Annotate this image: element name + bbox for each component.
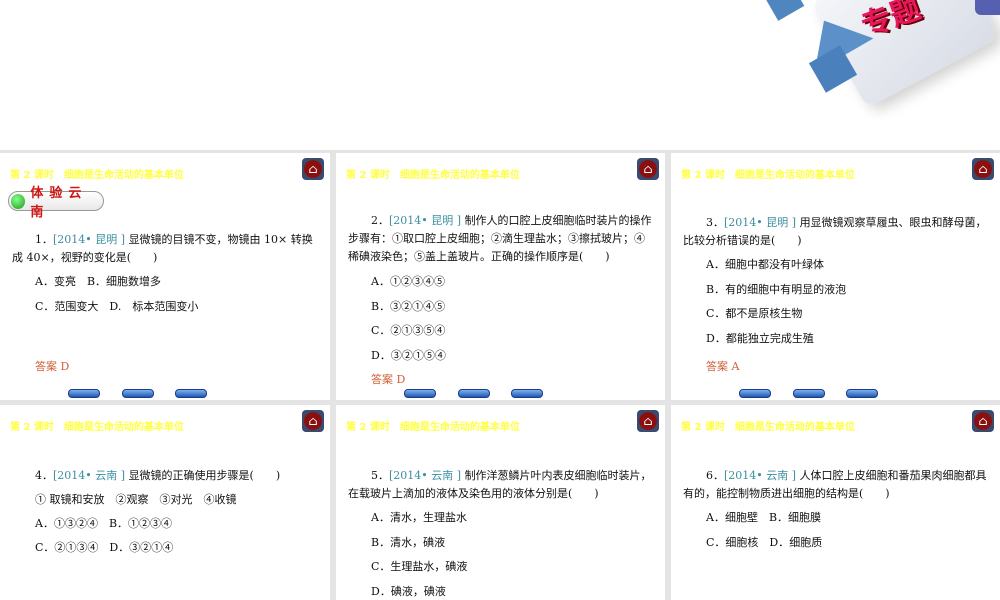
nav-button-next[interactable] [846, 389, 878, 398]
answer-option: B．有的细胞中有明显的液泡 [706, 282, 847, 296]
home-icon: ⌂ [978, 414, 988, 428]
question-text: 步骤有：①取口腔上皮细胞；②滴生理盐水；③擦拭玻片；④ [348, 232, 645, 245]
nav-button-prev[interactable] [739, 389, 771, 398]
answer-option: C．②①③④ D．③②①④ [35, 541, 174, 554]
slide-panel: 第 2 课时 细胞是生命活动的基本单位 ⌂ 6．[2014• 云南 ] 人体口腔上皮… [671, 405, 1000, 600]
question-line: 1．[2014• 昆明 ] 显微镜的目镜不变，物镜由 10× 转换 [35, 231, 313, 247]
arrow-decoration [765, 0, 805, 21]
question-line: 比较分析错误的是( ) [683, 232, 802, 248]
slide-header-title: 第 2 课时 细胞是生命活动的基本单位 [681, 170, 855, 181]
title-banner: 专题 [0, 0, 1000, 150]
question-line: 4．[2014• 云南 ] 显微镜的正确使用步骤是( ) [35, 467, 280, 483]
answer-option: B．清水，碘液 [371, 535, 446, 549]
question-line: 2．[2014• 昆明 ] 制作人的口腔上皮细胞临时装片的操作 [371, 212, 652, 228]
answer-option: C．都不是原核生物 [706, 307, 803, 320]
question-number: 1． [35, 233, 53, 246]
question-line: 有的，能控制物质进出细胞的结构是( ) [683, 485, 890, 501]
question-text: 制作人的口腔上皮细胞临时装片的操作 [464, 214, 652, 227]
question-line: 稀碘液染色；⑤盖上盖玻片。正确的操作顺序是( ) [348, 248, 610, 264]
nav-button-next[interactable] [175, 389, 207, 398]
answer-option: C．②①③⑤④ [371, 324, 446, 337]
slide-panel: 第 2 课时 细胞是生命活动的基本单位 ⌂ 5．[2014• 云南 ] 制作洋葱鳞片… [336, 405, 665, 600]
answer-option: D．③②①⑤④ [371, 348, 446, 362]
question-source: [2014• 昆明 ] [53, 233, 126, 246]
home-button[interactable]: ⌂ [637, 158, 659, 180]
home-icon: ⌂ [643, 162, 653, 176]
slide-panel: 第 2 课时 细胞是生命活动的基本单位 ⌂ 3．[2014• 昆明 ] 用显微镜观察… [671, 153, 1000, 400]
question-text: 人体口腔上皮细胞和番茄果肉细胞都具 [799, 469, 987, 482]
answer-option: D．都能独立完成生殖 [706, 331, 814, 345]
answer-option: C．范围变大 D. 标本范围变小 [35, 300, 199, 313]
question-text: 成 40×，视野的变化是( ) [12, 251, 158, 264]
question-line: 成 40×，视野的变化是( ) [12, 249, 157, 265]
question-text: 显微镜的正确使用步骤是( ) [128, 469, 281, 482]
question-source: [2014• 云南 ] [53, 469, 126, 482]
question-text: 比较分析错误的是( ) [683, 234, 802, 247]
answer-text: 答案 D [371, 373, 406, 386]
answer-option: ① 取镜和安放 ②观察 ③对光 ④收镜 [35, 493, 237, 506]
slide-header-title: 第 2 课时 细胞是生命活动的基本单位 [346, 170, 520, 181]
home-button[interactable]: ⌂ [637, 410, 659, 432]
question-source: [2014• 云南 ] [724, 469, 797, 482]
answer-option: A．细胞中都没有叶绿体 [706, 258, 824, 271]
question-text: 稀碘液染色；⑤盖上盖玻片。正确的操作顺序是( ) [348, 250, 610, 263]
answer-option: D．碘液，碘液 [371, 584, 446, 598]
answer-option: B．③②①④⑤ [371, 299, 446, 313]
question-text: 在载玻片上滴加的液体及染色用的液体分别是( ) [348, 487, 599, 500]
question-line: 3．[2014• 昆明 ] 用显微镜观察草履虫、眼虫和酵母菌， [706, 214, 987, 230]
question-text: 制作洋葱鳞片叶内表皮细胞临时装片， [464, 469, 652, 482]
question-text: 显微镜的目镜不变，物镜由 10× 转换 [128, 233, 313, 246]
question-number: 3． [706, 216, 724, 229]
home-icon: ⌂ [643, 414, 653, 428]
question-source: [2014• 昆明 ] [389, 214, 462, 227]
slide-panel: 第 2 课时 细胞是生命活动的基本单位 ⌂ 4．[2014• 云南 ] 显微镜的正确… [0, 405, 330, 600]
home-button[interactable]: ⌂ [302, 410, 324, 432]
slide-panel: 第 2 课时 细胞是生命活动的基本单位 ⌂ 体验云南 1．[2014• 昆明 ] 显微… [0, 153, 330, 400]
slide-header-title: 第 2 课时 细胞是生命活动的基本单位 [10, 422, 184, 433]
answer-option: A．①②③④⑤ [371, 275, 445, 288]
answer-option: A．变亮 B．细胞数增多 [35, 275, 162, 288]
answer-option: C．生理盐水，碘液 [371, 560, 468, 573]
answer-option: A．细胞壁 B．细胞膜 [706, 511, 822, 524]
slide-header-title: 第 2 课时 细胞是生命活动的基本单位 [346, 422, 520, 433]
nav-button-prev[interactable] [404, 389, 436, 398]
nav-button-prev[interactable] [68, 389, 100, 398]
section-badge-label: 体验云南 [30, 186, 88, 220]
home-button[interactable]: ⌂ [972, 158, 994, 180]
answer-option: A．①③②④ B．①②③④ [35, 517, 173, 530]
answer-text: 答案 D [35, 360, 70, 373]
question-line: 步骤有：①取口腔上皮细胞；②滴生理盐水；③擦拭玻片；④ [348, 230, 645, 246]
question-number: 4． [35, 469, 53, 482]
nav-button-mid[interactable] [122, 389, 154, 398]
home-icon: ⌂ [308, 414, 318, 428]
question-number: 2． [371, 214, 389, 227]
answer-option: C．细胞核 D．细胞质 [706, 535, 823, 549]
nav-button-mid[interactable] [793, 389, 825, 398]
nav-button-next[interactable] [511, 389, 543, 398]
question-line: 在载玻片上滴加的液体及染色用的液体分别是( ) [348, 485, 599, 501]
slide-header-title: 第 2 课时 细胞是生命活动的基本单位 [10, 170, 184, 181]
answer-option: A．清水，生理盐水 [371, 511, 467, 524]
home-icon: ⌂ [308, 162, 318, 176]
question-line: 6．[2014• 云南 ] 人体口腔上皮细胞和番茄果肉细胞都具 [706, 467, 987, 483]
question-source: [2014• 云南 ] [389, 469, 462, 482]
slide-header-title: 第 2 课时 细胞是生命活动的基本单位 [681, 422, 855, 433]
green-dot-icon [11, 193, 26, 209]
question-text: 用显微镜观察草履虫、眼虫和酵母菌， [799, 216, 987, 229]
nav-button-mid[interactable] [458, 389, 490, 398]
home-icon: ⌂ [978, 162, 988, 176]
side-decoration [975, 0, 1000, 15]
question-line: 5．[2014• 云南 ] 制作洋葱鳞片叶内表皮细胞临时装片， [371, 467, 652, 483]
slide-panel: 第 2 课时 细胞是生命活动的基本单位 ⌂ 2．[2014• 昆明 ] 制作人的口腔… [336, 153, 665, 400]
question-text: 有的，能控制物质进出细胞的结构是( ) [683, 487, 890, 500]
question-source: [2014• 昆明 ] [724, 216, 797, 229]
section-badge: 体验云南 [8, 186, 104, 220]
home-button[interactable]: ⌂ [972, 410, 994, 432]
question-number: 6． [706, 469, 724, 482]
answer-text: 答案 A [706, 360, 740, 373]
home-button[interactable]: ⌂ [302, 158, 324, 180]
question-number: 5． [371, 469, 389, 482]
